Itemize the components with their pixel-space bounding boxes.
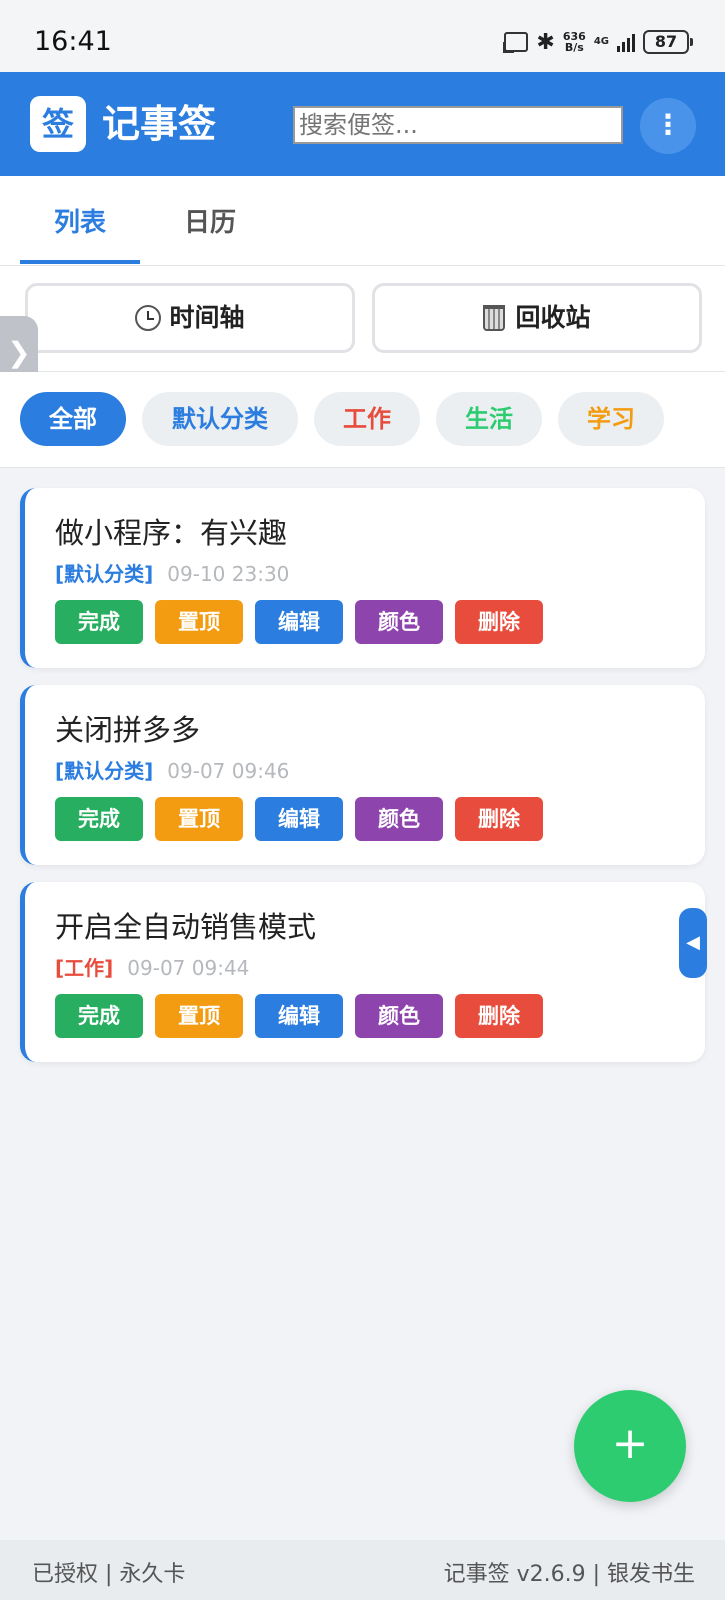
note-card[interactable]: 做小程序：有兴趣 [默认分类] 09-10 23:30 完成 置顶 编辑 颜色 删除 [20, 488, 705, 668]
status-icons: ✱ 636 B/s 4G 87 [503, 28, 693, 56]
category-chip-work[interactable]: 工作 [314, 392, 420, 446]
edit-button[interactable]: 编辑 [255, 797, 343, 841]
complete-button[interactable]: 完成 [55, 797, 143, 841]
category-chip-all[interactable]: 全部 [20, 392, 126, 446]
note-date: 09-10 23:30 [167, 562, 290, 586]
status-time: 16:41 [34, 26, 112, 57]
note-date: 09-07 09:46 [167, 759, 290, 783]
status-bar: 16:41 ✱ 636 B/s 4G 87 [0, 0, 725, 72]
note-category: [工作] [55, 956, 114, 980]
plus-icon: + [611, 1418, 649, 1469]
signal-icon [617, 32, 635, 52]
right-panel-handle[interactable]: ◀ [679, 908, 707, 978]
color-button[interactable]: 颜色 [355, 994, 443, 1038]
app-bar: 签 记事签 ⋮ [0, 72, 725, 176]
timeline-label: 时间轴 [169, 303, 245, 332]
chevron-right-icon: ❯ [7, 336, 31, 369]
footer: 已授权 | 永久卡 记事签 v2.6.9 | 银发书生 [0, 1540, 725, 1600]
view-tabs: 列表 日历 [0, 176, 725, 266]
net-speed-unit: B/s [564, 41, 584, 54]
note-actions: 完成 置顶 编辑 颜色 删除 [55, 600, 543, 644]
license-status: 已授权 | 永久卡 [32, 1562, 186, 1587]
edit-button[interactable]: 编辑 [255, 600, 343, 644]
recycle-bin-button[interactable]: 回收站 [372, 283, 702, 353]
action-row: 时间轴 回收站 [0, 266, 725, 372]
pin-button[interactable]: 置顶 [155, 600, 243, 644]
color-button[interactable]: 颜色 [355, 600, 443, 644]
tab-list[interactable]: 列表 [20, 176, 140, 264]
app-title: 记事签 [102, 102, 217, 146]
more-vert-icon: ⋮ [654, 108, 682, 141]
network-type: 4G [593, 36, 609, 47]
timeline-button[interactable]: 时间轴 [25, 283, 355, 353]
complete-button[interactable]: 完成 [55, 600, 143, 644]
app-logo: 签 [30, 96, 86, 152]
more-menu-button[interactable]: ⋮ [640, 98, 696, 154]
note-title: 做小程序：有兴趣 [55, 516, 288, 550]
note-title: 开启全自动销售模式 [55, 910, 317, 944]
cast-icon [503, 32, 529, 53]
app-version: 记事签 v2.6.9 | 银发书生 [443, 1562, 695, 1587]
pin-button[interactable]: 置顶 [155, 797, 243, 841]
recycle-label: 回收站 [515, 303, 591, 332]
category-chip-life[interactable]: 生活 [436, 392, 542, 446]
note-meta: [默认分类] 09-07 09:46 [55, 755, 289, 784]
category-chip-study[interactable]: 学习 [558, 392, 664, 446]
edit-button[interactable]: 编辑 [255, 994, 343, 1038]
note-actions: 完成 置顶 编辑 颜色 删除 [55, 994, 543, 1038]
net-speed: 636 B/s [563, 31, 586, 53]
bluetooth-icon: ✱ [536, 29, 555, 55]
clock-icon [135, 305, 162, 331]
tab-calendar[interactable]: 日历 [150, 176, 270, 264]
note-category: [默认分类] [55, 562, 154, 586]
trash-icon [483, 305, 506, 331]
note-category: [默认分类] [55, 759, 154, 783]
search-input[interactable] [293, 106, 623, 144]
note-title: 关闭拼多多 [55, 713, 201, 747]
delete-button[interactable]: 删除 [455, 600, 543, 644]
note-actions: 完成 置顶 编辑 颜色 删除 [55, 797, 543, 841]
color-button[interactable]: 颜色 [355, 797, 443, 841]
note-meta: [默认分类] 09-10 23:30 [55, 558, 289, 587]
pin-button[interactable]: 置顶 [155, 994, 243, 1038]
note-card[interactable]: 关闭拼多多 [默认分类] 09-07 09:46 完成 置顶 编辑 颜色 删除 [20, 685, 705, 865]
note-date: 09-07 09:44 [127, 956, 250, 980]
caret-left-icon: ◀ [686, 932, 700, 953]
note-meta: [工作] 09-07 09:44 [55, 952, 249, 981]
add-note-button[interactable]: + [574, 1390, 686, 1502]
category-filter: 全部 默认分类 工作 生活 学习 [0, 372, 725, 468]
delete-button[interactable]: 删除 [455, 994, 543, 1038]
complete-button[interactable]: 完成 [55, 994, 143, 1038]
note-card[interactable]: 开启全自动销售模式 [工作] 09-07 09:44 完成 置顶 编辑 颜色 删除 [20, 882, 705, 1062]
battery-icon: 87 [643, 30, 693, 54]
category-chip-default[interactable]: 默认分类 [142, 392, 298, 446]
delete-button[interactable]: 删除 [455, 797, 543, 841]
